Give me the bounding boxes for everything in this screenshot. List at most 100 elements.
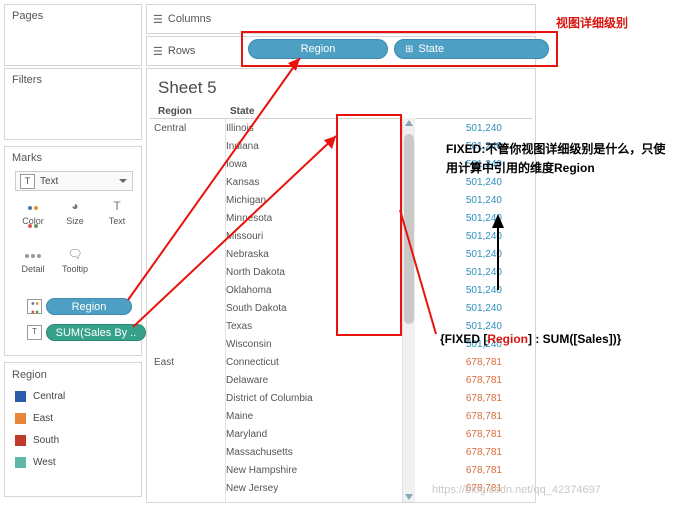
cell-value: 501,240 (465, 123, 502, 134)
pages-shelf[interactable]: Pages (4, 4, 142, 66)
legend-swatch (15, 413, 26, 424)
cell-state: District of Columbia (226, 393, 313, 404)
rows-icon: ☰ (153, 45, 163, 58)
formula-dimension: Region (487, 332, 529, 346)
vertical-scrollbar[interactable] (402, 118, 415, 502)
table-row[interactable]: District of Columbia 678,781 (146, 390, 536, 408)
table-row[interactable]: New Hampshire 678,781 (146, 462, 536, 480)
table-row[interactable]: Maine 678,781 (146, 408, 536, 426)
annotation-formula: {FIXED [Region] : SUM([Sales])} (440, 332, 621, 346)
text-icon: T (27, 325, 42, 340)
marks-pill-region[interactable]: Region (27, 298, 132, 315)
marks-size-label: Size (66, 216, 84, 226)
marks-tooltip-button[interactable]: 🗨 Tooltip (57, 245, 93, 274)
filters-label: Filters (12, 74, 42, 86)
cell-state: Maine (226, 411, 254, 422)
watermark: https://blog.csdn.net/qq_42374697 (432, 484, 601, 496)
marks-pill-sales-label: SUM(Sales By .. (46, 324, 146, 341)
marks-detail-button[interactable]: Detail (15, 245, 51, 274)
column-header-region: Region (158, 106, 192, 117)
cell-state: Connecticut (226, 357, 279, 368)
cell-value: 678,781 (465, 429, 502, 440)
scrollbar-thumb[interactable] (404, 134, 414, 324)
cell-state: Wisconsin (226, 339, 272, 350)
legend-item-label: Central (33, 391, 66, 402)
marks-tooltip-label: Tooltip (61, 264, 88, 274)
columns-icon: ☰ (153, 13, 163, 26)
cell-value: 501,240 (465, 321, 502, 332)
table-row[interactable]: Massachusetts 678,781 (146, 444, 536, 462)
legend-swatch (15, 457, 26, 468)
column-header-state: State (230, 106, 255, 117)
marks-pill-sales[interactable]: T SUM(Sales By .. (27, 324, 146, 341)
cell-state: Indiana (226, 141, 259, 152)
table-row[interactable]: Maryland 678,781 (146, 426, 536, 444)
scroll-down-arrow-icon[interactable] (405, 494, 413, 500)
legend-item-label: East (33, 413, 54, 424)
table-row[interactable]: Delaware 678,781 (146, 372, 536, 390)
detail-dots-icon (15, 245, 51, 263)
annotation-fixed-explanation: FIXED:不管你视图详细级别是什么，只使用计算中引用的维度Region (446, 142, 666, 175)
cell-value: 501,240 (465, 267, 502, 278)
table-row[interactable]: East Connecticut 678,781 (146, 354, 536, 372)
cell-value: 678,781 (465, 411, 502, 422)
legend-swatch (15, 391, 26, 402)
text-icon: T (113, 199, 121, 213)
cell-state: Kansas (226, 177, 260, 188)
values-column-highlight (336, 114, 402, 336)
legend-item-west[interactable]: West (15, 457, 56, 468)
filters-shelf[interactable]: Filters (4, 68, 142, 140)
legend-item-label: West (33, 457, 56, 468)
formula-prefix: {FIXED [ (440, 332, 488, 346)
cell-state: North Dakota (226, 267, 285, 278)
marks-size-button[interactable]: ◕ Size (57, 197, 93, 226)
color-dots-icon (15, 197, 51, 228)
text-icon: T (20, 173, 35, 189)
cell-value: 501,240 (465, 285, 502, 296)
cell-state: Delaware (226, 375, 269, 386)
cell-value: 678,781 (465, 357, 502, 368)
cell-value: 678,781 (465, 465, 502, 476)
annotation-view-level-of-detail: 视图详细级别 (556, 16, 629, 30)
legend-swatch (15, 435, 26, 446)
marks-text-label: Text (108, 216, 126, 226)
legend-item-central[interactable]: Central (15, 391, 65, 402)
cell-state: South Dakota (226, 303, 287, 314)
cell-region: Central (154, 123, 187, 134)
cell-region: East (154, 357, 175, 368)
legend-item-south[interactable]: South (15, 435, 59, 446)
legend-item-east[interactable]: East (15, 413, 53, 424)
chevron-down-icon (119, 179, 127, 183)
cell-state: Michigan (226, 195, 267, 206)
formula-suffix: ] : SUM([Sales])} (528, 332, 622, 346)
scroll-up-arrow-icon[interactable] (405, 120, 413, 126)
cell-state: Texas (226, 321, 253, 332)
cell-state: New Jersey (226, 483, 279, 494)
cell-value: 678,781 (465, 393, 502, 404)
sheet-title: Sheet 5 (158, 78, 217, 97)
marks-color-button[interactable]: Color (15, 197, 51, 228)
size-icon: ◕ (71, 199, 79, 213)
cell-value: 501,240 (465, 231, 502, 242)
cell-state: Missouri (226, 231, 264, 242)
marks-pill-region-label: Region (46, 298, 132, 315)
tooltip-icon: 🗨 (67, 247, 83, 261)
marks-color-label: Color (22, 216, 44, 226)
marks-type-selector[interactable]: T Text (15, 171, 133, 191)
pages-label: Pages (12, 10, 44, 22)
cell-state: Minnesota (226, 213, 273, 224)
marks-type-label: Text (40, 175, 59, 187)
columns-shelf[interactable]: ☰ Columns (146, 4, 536, 34)
rows-shelf-highlight (241, 31, 558, 67)
marks-text-button[interactable]: T Text (99, 197, 135, 226)
cell-state: Oklahoma (226, 285, 272, 296)
cell-value: 501,240 (465, 249, 502, 260)
cell-value: 501,240 (465, 303, 502, 314)
marks-card[interactable]: Marks T Text Color ◕ Size T Text Detail … (4, 146, 146, 356)
color-legend[interactable]: Region Central East South West (4, 362, 142, 497)
cell-state: Nebraska (226, 249, 269, 260)
color-dots-icon (27, 299, 42, 314)
columns-label: Columns (167, 13, 212, 25)
legend-item-label: South (33, 435, 60, 446)
cell-state: Maryland (226, 429, 268, 440)
